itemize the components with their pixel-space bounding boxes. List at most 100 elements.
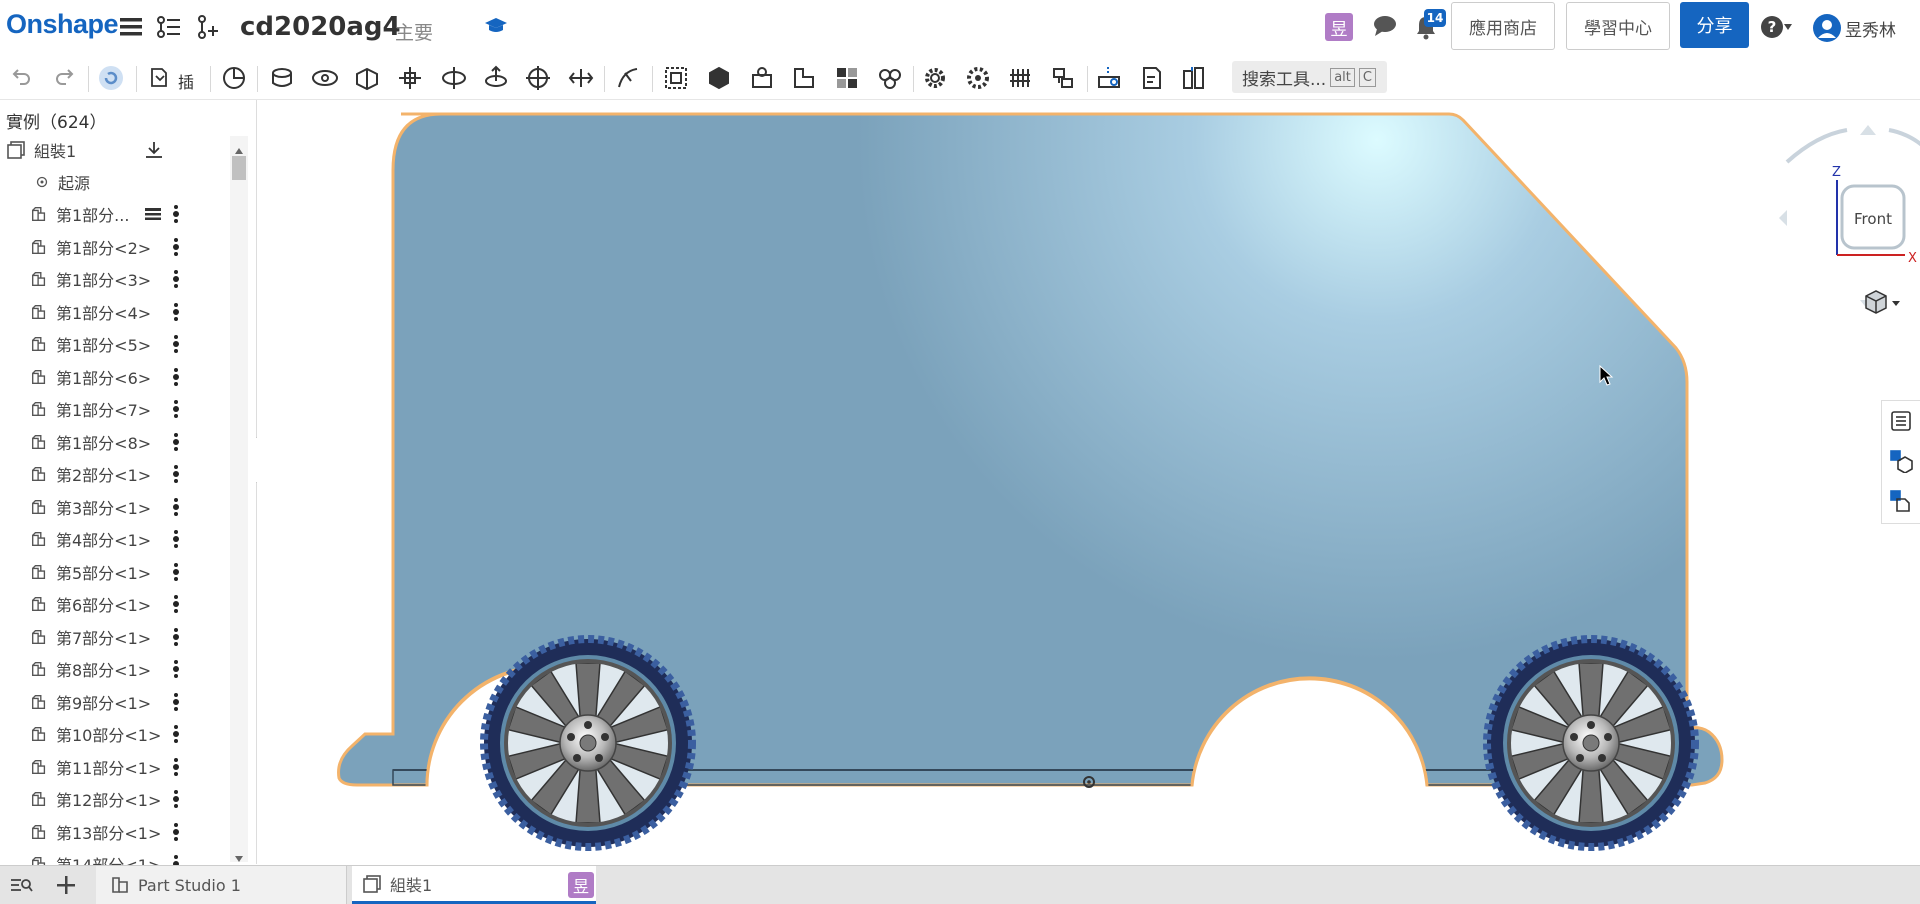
document-name[interactable]: cd2020ag4 (240, 12, 401, 42)
cylindrical-mate-icon[interactable] (440, 65, 466, 91)
part-mate-dots-icon[interactable] (173, 497, 179, 517)
part-mate-dots-icon[interactable] (173, 269, 179, 289)
add-tab-icon[interactable] (55, 874, 77, 896)
help-icon[interactable]: ? (1760, 14, 1794, 40)
scroll-down-arrow-icon[interactable] (234, 848, 244, 862)
scroll-up-arrow-icon[interactable] (234, 140, 244, 154)
rear-wheel[interactable] (480, 635, 696, 851)
share-button[interactable]: 分享 (1680, 2, 1749, 48)
workspace-name[interactable]: 主要 (395, 18, 433, 45)
revolute-mate-icon[interactable] (311, 65, 338, 91)
part-mate-dots-icon[interactable] (173, 562, 179, 582)
ball-mate-icon[interactable] (525, 65, 551, 91)
hatch-pattern-icon[interactable] (144, 207, 162, 221)
part-mate-dots-icon[interactable] (173, 627, 179, 647)
tree-item-part[interactable]: 第6部分<1> (0, 588, 235, 620)
redo-icon[interactable] (53, 65, 79, 91)
parallel-mate-icon[interactable] (568, 65, 594, 91)
learning-center-button[interactable]: 學習中心 (1566, 2, 1670, 50)
gear-relation-icon[interactable] (749, 65, 775, 91)
part-mate-dots-icon[interactable] (173, 367, 179, 387)
slider-mate-icon[interactable] (354, 65, 380, 91)
comment-icon[interactable] (1372, 15, 1398, 39)
tree-item-part[interactable]: 第1部分<2> (0, 231, 235, 263)
view-options-icon[interactable] (1865, 290, 1900, 314)
part-mate-dots-icon[interactable] (173, 822, 179, 842)
view-up-arrow-icon[interactable] (1860, 125, 1876, 135)
view-cube[interactable]: Front Z X (1779, 125, 1920, 310)
planar-mate-icon[interactable] (397, 65, 423, 91)
graduation-cap-icon[interactable] (484, 16, 508, 38)
part-mate-dots-icon[interactable] (173, 789, 179, 809)
linear-relation-icon[interactable] (876, 65, 902, 91)
tree-item-part[interactable]: 第8部分<1> (0, 653, 235, 685)
tree-item-part[interactable]: 第11部分<1> (0, 751, 235, 783)
part-mate-dots-icon[interactable] (173, 659, 179, 679)
part-mate-dots-icon[interactable] (173, 594, 179, 614)
part-mate-dots-icon[interactable] (173, 204, 179, 224)
gear-settings-icon[interactable] (965, 65, 991, 91)
regenerate-icon[interactable] (98, 65, 124, 91)
tree-item-part[interactable]: 第4部分<1> (0, 523, 235, 555)
mate-connector-icon[interactable] (221, 65, 247, 91)
user-name[interactable]: 昱秀林 (1845, 16, 1896, 41)
tab-part-studio[interactable]: Part Studio 1 (96, 866, 347, 904)
part-mate-dots-icon[interactable] (173, 302, 179, 322)
bill-of-materials-icon[interactable] (1181, 65, 1207, 91)
undo-icon[interactable] (9, 65, 35, 91)
user-avatar[interactable]: 昱 (1325, 13, 1353, 41)
replicate-icon[interactable] (1050, 65, 1076, 91)
search-tools-input[interactable]: 搜索工具... alt C (1232, 61, 1387, 93)
rack-icon[interactable] (1007, 65, 1033, 91)
part-mate-dots-icon[interactable] (173, 724, 179, 744)
bom-table-icon[interactable] (1889, 449, 1913, 474)
configurations-panel-icon[interactable] (1889, 489, 1913, 513)
tree-item-part[interactable]: 第12部分<1> (0, 783, 235, 815)
tree-item-part[interactable]: 第1部分<6> (0, 361, 235, 393)
front-wheel[interactable] (1483, 635, 1699, 851)
branch-create-icon[interactable] (194, 14, 222, 40)
explode-view-icon[interactable] (1096, 65, 1122, 91)
part-mate-dots-icon[interactable] (173, 692, 179, 712)
tree-item-part[interactable]: 第5部分<1> (0, 556, 235, 588)
appearance-panel-icon[interactable] (1889, 409, 1913, 433)
part-mate-dots-icon[interactable] (173, 432, 179, 452)
tree-item-assembly[interactable]: 組裝1 (0, 134, 235, 166)
tab-assembly[interactable]: 組裝1 昱 (352, 866, 596, 904)
tab-manager-icon[interactable] (9, 875, 33, 895)
insert-label[interactable]: 插 (178, 69, 194, 93)
view-left-arrow-icon[interactable] (1779, 210, 1787, 226)
part-mate-dots-icon[interactable] (173, 529, 179, 549)
tree-item-part[interactable]: 第1部分<4> (0, 296, 235, 328)
tree-item-origin[interactable]: 起源 (0, 166, 235, 198)
part-mate-dots-icon[interactable] (173, 334, 179, 354)
onshape-logo[interactable]: Onshape (6, 9, 119, 40)
tree-item-part[interactable]: 第1部分<3> (0, 263, 235, 295)
mate-relation-icon[interactable] (706, 65, 732, 91)
tree-item-part[interactable]: 第2部分<1> (0, 458, 235, 490)
screw-relation-icon[interactable] (834, 65, 860, 91)
model-canvas[interactable]: Front Z X (257, 100, 1920, 864)
part-mate-dots-icon[interactable] (173, 464, 179, 484)
menu-icon[interactable] (118, 14, 144, 40)
tree-item-part[interactable]: 第10部分<1> (0, 718, 235, 750)
rotate-right-arrow-icon[interactable] (1888, 128, 1920, 162)
part-mate-dots-icon[interactable] (173, 757, 179, 777)
tangent-mate-icon[interactable] (615, 65, 641, 91)
version-history-icon[interactable] (155, 14, 183, 40)
tree-item-part[interactable]: 第3部分<1> (0, 491, 235, 523)
tree-item-part[interactable]: 第7部分<1> (0, 621, 235, 653)
group-icon[interactable] (663, 65, 689, 91)
fastened-mate-icon[interactable] (269, 65, 295, 91)
user-profile-icon[interactable] (1812, 13, 1842, 43)
pin-slot-mate-icon[interactable] (483, 65, 509, 91)
part-mate-dots-icon[interactable] (173, 399, 179, 419)
app-store-button[interactable]: 應用商店 (1451, 2, 1555, 50)
tree-item-part[interactable]: 第13部分<1> (0, 816, 235, 848)
rack-pinion-icon[interactable] (791, 65, 817, 91)
gear-icon[interactable] (922, 65, 948, 91)
tree-item-part[interactable]: 第1部分<7> (0, 393, 235, 425)
part-mate-dots-icon[interactable] (173, 237, 179, 257)
tree-item-part[interactable]: 第1部分... (0, 198, 235, 230)
insert-icon[interactable] (148, 65, 174, 91)
